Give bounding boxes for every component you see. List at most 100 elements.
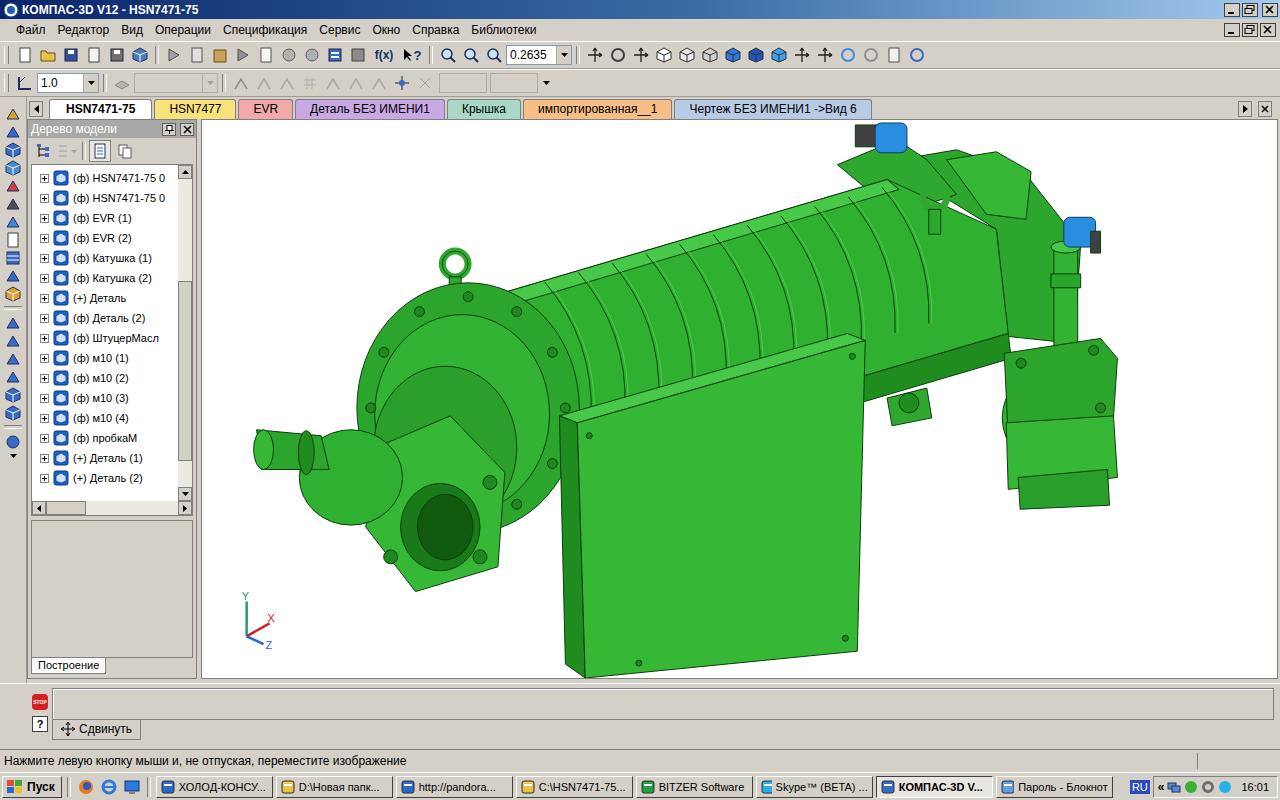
tree-item[interactable]: (ф) Катушка (2) [32, 268, 178, 288]
expand-icon[interactable] [40, 174, 49, 183]
horizontal-scrollbar[interactable] [32, 501, 192, 515]
menu-item[interactable]: Библиотеки [465, 21, 542, 39]
rebuild-button[interactable] [906, 44, 928, 66]
orientation-button[interactable] [630, 44, 652, 66]
menu-item[interactable]: Редактор [52, 21, 116, 39]
sheet-button[interactable] [3, 368, 23, 385]
part-button[interactable] [3, 386, 23, 403]
menu-item[interactable]: Сервис [313, 21, 366, 39]
document-tab[interactable]: Крышка [447, 99, 521, 119]
pan-tab[interactable]: Сдвинуть [52, 720, 141, 740]
pan-button[interactable] [584, 44, 606, 66]
scale-button[interactable] [14, 72, 36, 94]
print-button[interactable] [106, 44, 128, 66]
tree-item[interactable]: (ф) Деталь (2) [32, 308, 178, 328]
pin-button[interactable] [162, 123, 176, 136]
tree-item[interactable]: (+) Деталь (1) [32, 448, 178, 468]
sketch-button[interactable] [3, 123, 23, 140]
help-button[interactable]: ? [399, 44, 425, 66]
tree-item[interactable]: (+) Деталь (2) [32, 468, 178, 488]
taskbar-button[interactable]: C:\HSN7471-75... [516, 776, 633, 798]
new-document-button[interactable] [14, 44, 36, 66]
document-tab[interactable]: Деталь БЕЗ ИМЕНИ1 [295, 99, 445, 119]
tree-item[interactable]: (ф) Катушка (1) [32, 248, 178, 268]
toolbar-grip[interactable] [4, 46, 9, 64]
tree-item[interactable]: (ф) ШтуцерМасл [32, 328, 178, 348]
document-tab[interactable]: HSN7471-75 [49, 99, 152, 119]
expand-icon[interactable] [40, 374, 49, 383]
help-button[interactable]: ? [32, 716, 48, 732]
scroll-thumb[interactable] [46, 501, 86, 515]
plane-angle-button[interactable] [3, 350, 23, 367]
menu-item[interactable]: Операции [149, 21, 217, 39]
round-button[interactable] [368, 72, 390, 94]
relations-button[interactable] [114, 140, 136, 162]
open-folder-button[interactable] [37, 44, 59, 66]
expand-icon[interactable] [40, 234, 49, 243]
specification-button[interactable] [3, 231, 23, 248]
language-indicator[interactable]: RU [1130, 780, 1150, 794]
arrow-up-icon[interactable] [182, 170, 189, 174]
expand-icon[interactable] [40, 454, 49, 463]
taskbar-button[interactable]: BITZER Software [636, 776, 753, 798]
variables-button[interactable]: f(x) [370, 44, 398, 66]
compressor-model[interactable]: YXZ [202, 120, 1277, 678]
desktop-button[interactable] [122, 776, 142, 798]
local-cs-button[interactable] [322, 72, 344, 94]
filter-button[interactable] [791, 44, 813, 66]
dropdown-button[interactable] [83, 74, 98, 92]
menu-item[interactable]: Справка [406, 21, 465, 39]
expand-icon[interactable] [40, 434, 49, 443]
grid-button[interactable] [299, 72, 321, 94]
document-tab[interactable]: HSN7477 [154, 99, 236, 119]
menu-item[interactable]: Файл [10, 21, 52, 39]
close-tab-button[interactable] [1258, 101, 1272, 117]
search-button[interactable] [3, 433, 23, 450]
more-button[interactable] [10, 451, 17, 461]
zoom-scale-button[interactable] [483, 44, 505, 66]
tree-item[interactable]: (ф) м10 (4) [32, 408, 178, 428]
ortho-button[interactable] [345, 72, 367, 94]
internet-explorer-button[interactable] [99, 776, 119, 798]
minimize-icon[interactable] [1224, 3, 1240, 17]
expand-icon[interactable] [40, 254, 49, 263]
tree-item[interactable]: (ф) EVR (2) [32, 228, 178, 248]
document-close-icon[interactable] [1260, 23, 1276, 37]
shaded-button[interactable] [722, 44, 744, 66]
taskbar-button[interactable]: Пароль - Блокнот [996, 776, 1113, 798]
tree-item[interactable]: (ф) пробкаМ [32, 428, 178, 448]
tree-structure-button[interactable] [32, 140, 54, 162]
measure-button[interactable] [837, 44, 859, 66]
expand-icon[interactable] [40, 194, 49, 203]
expand-icon[interactable] [40, 394, 49, 403]
tree-item[interactable]: (ф) HSN7471-75 0 [32, 168, 178, 188]
measure-button[interactable] [3, 267, 23, 284]
document-minimize-icon[interactable] [1224, 23, 1240, 37]
rotate-button[interactable] [607, 44, 629, 66]
cut-button[interactable] [3, 177, 23, 194]
expand-icon[interactable] [40, 274, 49, 283]
dimension-button[interactable] [276, 72, 298, 94]
arrow-down-icon[interactable] [182, 492, 189, 496]
close-icon[interactable] [1262, 3, 1278, 17]
document-tab[interactable]: EVR [238, 99, 293, 119]
zoom-window-button[interactable] [437, 44, 459, 66]
layers-button[interactable] [347, 44, 369, 66]
zoom-in-button[interactable] [460, 44, 482, 66]
document-restore-icon[interactable] [1242, 23, 1258, 37]
format-button[interactable] [232, 44, 254, 66]
align-button[interactable] [253, 72, 275, 94]
close-panel-button[interactable] [180, 123, 194, 136]
revolve-button[interactable] [3, 159, 23, 176]
tree-item[interactable]: (ф) м10 (2) [32, 368, 178, 388]
shaded-edges-button[interactable] [745, 44, 767, 66]
tree-item[interactable]: (ф) м10 (1) [32, 348, 178, 368]
table-button[interactable] [3, 249, 23, 266]
edit-button[interactable] [3, 105, 23, 122]
menu-item[interactable]: Вид [115, 21, 149, 39]
zoom-field[interactable]: 0.2635 [506, 45, 572, 65]
line-scale-field[interactable]: 1.0 [37, 73, 99, 93]
redo-button[interactable] [301, 44, 323, 66]
properties-button[interactable] [255, 44, 277, 66]
expand-icon[interactable] [40, 414, 49, 423]
